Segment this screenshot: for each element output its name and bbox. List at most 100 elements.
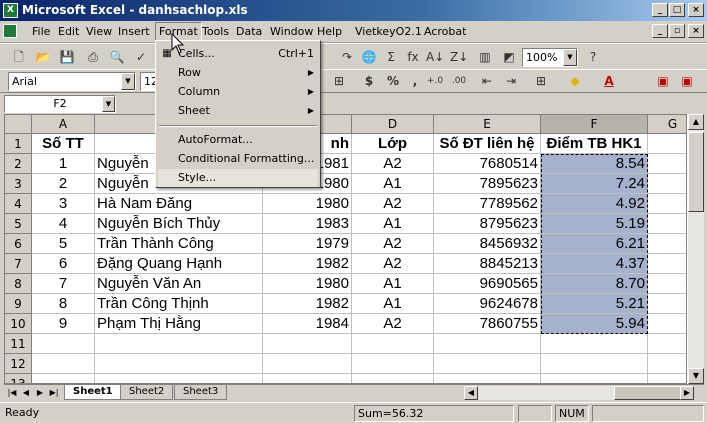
cell-empty[interactable] — [648, 354, 686, 374]
column-header-e[interactable]: E — [434, 115, 541, 134]
comma-icon[interactable]: , — [406, 73, 424, 90]
cell-birth-year[interactable]: 1983 — [263, 214, 352, 234]
row-header[interactable]: 1 — [5, 134, 32, 154]
cell-score[interactable]: 8.70 — [541, 274, 648, 294]
cell-class[interactable]: A1 — [352, 174, 434, 194]
sheet-tab-1[interactable]: Sheet1 — [64, 385, 122, 400]
worksheet-grid[interactable]: A B C D E F G 1Số TTnhLớpSố ĐT liên hệĐi… — [4, 114, 687, 384]
menu-window[interactable]: Window — [270, 25, 313, 38]
cell-class[interactable]: A2 — [352, 254, 434, 274]
percent-icon[interactable]: % — [384, 73, 402, 90]
cell-class[interactable]: A2 — [352, 234, 434, 254]
sheet-tab-2[interactable]: Sheet2 — [120, 385, 174, 400]
menu-file[interactable]: File — [32, 25, 50, 38]
cell-birth-year[interactable]: 1980 — [263, 274, 352, 294]
cell-empty[interactable] — [648, 134, 686, 154]
cell-birth-year[interactable]: 1982 — [263, 254, 352, 274]
merge-center-icon[interactable]: ⊞ — [330, 73, 348, 90]
spelling-icon[interactable]: ✓ — [132, 49, 150, 66]
menu-item-sheet[interactable]: Sheet ▶ — [158, 102, 318, 120]
cell-name[interactable]: Trần Thành Công — [95, 234, 263, 254]
first-sheet-icon[interactable]: |◀ — [6, 386, 18, 400]
cell-score[interactable]: 5.21 — [541, 294, 648, 314]
cell-name[interactable]: Đặng Quang Hạnh — [95, 254, 263, 274]
new-icon[interactable]: 🗋 — [10, 49, 28, 66]
header-stt[interactable]: Số TT — [32, 134, 95, 154]
increase-decimal-icon[interactable]: +.0 — [426, 73, 444, 90]
maximize-button[interactable]: □ — [669, 3, 685, 17]
cell-name[interactable]: Trần Công Thịnh — [95, 294, 263, 314]
redo-icon[interactable]: ↷ — [338, 49, 356, 66]
cell-empty[interactable] — [352, 334, 434, 354]
cell-stt[interactable]: 6 — [32, 254, 95, 274]
menu-acrobat[interactable]: Acrobat — [424, 25, 466, 38]
scroll-left-icon[interactable]: ◀ — [464, 386, 478, 400]
fill-color-icon[interactable]: ◆ — [566, 73, 584, 90]
pdf-icon[interactable]: ▣ — [654, 73, 672, 90]
prev-sheet-icon[interactable]: ◀ — [20, 386, 32, 400]
cell-empty[interactable] — [95, 334, 263, 354]
column-header-a[interactable]: A — [32, 115, 95, 134]
help-icon[interactable]: ? — [584, 49, 602, 66]
column-header-f[interactable]: F — [541, 115, 648, 134]
doc-close-button[interactable]: × — [688, 24, 704, 38]
cell-empty[interactable] — [648, 194, 686, 214]
menu-data[interactable]: Data — [236, 25, 262, 38]
cell-empty[interactable] — [541, 334, 648, 354]
cell-empty[interactable] — [648, 314, 686, 334]
cell-score[interactable]: 6.21 — [541, 234, 648, 254]
cell-empty[interactable] — [648, 214, 686, 234]
decrease-decimal-icon[interactable]: .00 — [450, 73, 468, 90]
cell-phone[interactable]: 7789562 — [434, 194, 541, 214]
menu-vietkey[interactable]: VietkeyO2.1 — [355, 25, 422, 38]
cell-stt[interactable]: 1 — [32, 154, 95, 174]
scroll-down-icon[interactable]: ▼ — [688, 368, 704, 384]
menu-item-row[interactable]: Row ▶ — [158, 64, 318, 82]
cell-empty[interactable] — [648, 274, 686, 294]
cell-score[interactable]: 4.92 — [541, 194, 648, 214]
cell-stt[interactable]: 9 — [32, 314, 95, 334]
row-header[interactable]: 2 — [5, 154, 32, 174]
pdf-mail-icon[interactable]: ▣ — [678, 73, 696, 90]
chevron-down-icon[interactable]: ▼ — [102, 96, 115, 112]
font-combo[interactable]: Arial ▼ — [8, 72, 136, 91]
menu-help[interactable]: Help — [317, 25, 342, 38]
menu-edit[interactable]: Edit — [58, 25, 79, 38]
cell-score[interactable]: 5.19 — [541, 214, 648, 234]
sheet-tab-3[interactable]: Sheet3 — [174, 385, 228, 400]
print-icon[interactable]: ⎙ — [84, 49, 102, 66]
cell-score[interactable]: 5.94 — [541, 314, 648, 334]
row-header[interactable]: 4 — [5, 194, 32, 214]
minimize-button[interactable]: _ — [652, 3, 668, 17]
cell-empty[interactable] — [263, 374, 352, 383]
menu-insert[interactable]: Insert — [118, 25, 150, 38]
menu-view[interactable]: View — [86, 25, 112, 38]
cell-phone[interactable]: 7895623 — [434, 174, 541, 194]
cell-phone[interactable]: 7680514 — [434, 154, 541, 174]
cell-empty[interactable] — [32, 354, 95, 374]
cell-empty[interactable] — [648, 154, 686, 174]
cell-score[interactable]: 8.54 — [541, 154, 648, 174]
font-color-icon[interactable]: A — [600, 73, 618, 90]
size-combo[interactable]: 12 — [140, 72, 158, 91]
select-all-corner[interactable] — [5, 115, 32, 134]
menu-tools[interactable]: Tools — [202, 25, 229, 38]
cell-stt[interactable]: 3 — [32, 194, 95, 214]
print-preview-icon[interactable]: 🔍 — [108, 49, 126, 66]
cell-empty[interactable] — [648, 294, 686, 314]
cell-birth-year[interactable]: 1979 — [263, 234, 352, 254]
cell-birth-year[interactable]: 1984 — [263, 314, 352, 334]
cell-phone[interactable]: 8845213 — [434, 254, 541, 274]
cell-name[interactable]: Phạm Thị Hằng — [95, 314, 263, 334]
cell-empty[interactable] — [352, 374, 434, 383]
cell-empty[interactable] — [434, 374, 541, 383]
last-sheet-icon[interactable]: ▶| — [48, 386, 60, 400]
save-icon[interactable]: 💾 — [58, 49, 76, 66]
row-header[interactable]: 13 — [5, 374, 32, 383]
hscroll-thumb[interactable] — [614, 386, 684, 400]
cell-phone[interactable]: 8456932 — [434, 234, 541, 254]
cell-empty[interactable] — [648, 374, 686, 383]
drawing-icon[interactable]: ◩ — [500, 49, 518, 66]
horizontal-scrollbar[interactable]: ◀ ▶ — [464, 386, 694, 400]
cell-class[interactable]: A1 — [352, 214, 434, 234]
